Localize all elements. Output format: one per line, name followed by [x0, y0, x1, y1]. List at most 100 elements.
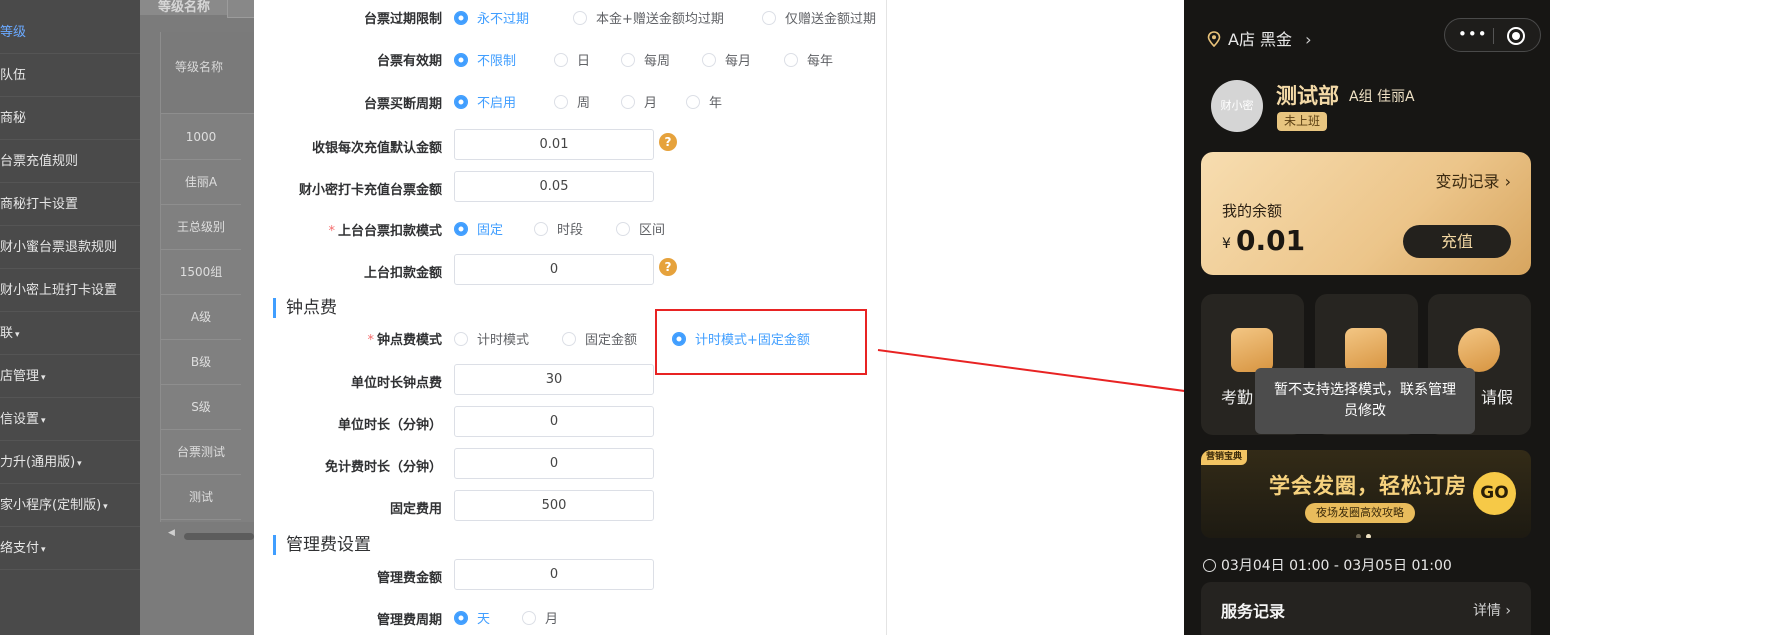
sidebar-item[interactable]: 商秘 [0, 97, 140, 140]
radio-range[interactable]: 区间 [616, 219, 665, 238]
fixed-fee-label: 固定费用 [389, 502, 442, 517]
scroll-thumb[interactable] [184, 533, 254, 540]
sidebar-item-label: 商秘 [0, 111, 27, 126]
radio-year[interactable]: 年 [686, 92, 722, 111]
sidebar-item-label: 联 [0, 326, 14, 341]
sidebar-item[interactable]: 队伍 [0, 54, 140, 97]
radio-dot [454, 11, 468, 25]
carousel-dot[interactable] [1356, 534, 1361, 538]
deduct-amount-input[interactable]: 0 [454, 254, 654, 285]
user-clock-icon [1458, 328, 1500, 372]
sidebar-item[interactable]: 联 ▾ [0, 312, 140, 355]
sidebar-item[interactable]: 络支付 ▾ [0, 527, 140, 570]
radio-monthly[interactable]: 每月 [702, 50, 751, 69]
recharge-button[interactable]: 充值 [1403, 225, 1511, 258]
store-selector[interactable]: A店 黑金 › [1206, 26, 1312, 50]
banner-tag: 营销宝典 [1201, 450, 1248, 465]
table-filter-bar: 等级名称 [140, 0, 257, 18]
user-group: A组 佳丽A [1349, 89, 1415, 105]
radio-time-slot[interactable]: 时段 [534, 219, 583, 238]
table-row: 1500组 [161, 249, 241, 295]
radio-fixed-amount[interactable]: 固定金额 [562, 329, 637, 348]
free-minutes-input[interactable]: 0 [454, 448, 654, 479]
sidebar-item-label: 队伍 [0, 68, 27, 83]
mgmt-amount-input[interactable]: 0 [454, 559, 654, 590]
service-record-card[interactable]: 服务记录 详情 › [1201, 582, 1531, 635]
radio-mgmt-month[interactable]: 月 [522, 608, 558, 627]
calendar-icon [1345, 328, 1387, 372]
radio-dot [554, 95, 568, 109]
sidebar-item[interactable]: 财小密上班打卡设置 [0, 269, 140, 312]
radio-timed-mode[interactable]: 计时模式 [454, 329, 529, 348]
banner-go-button[interactable]: GO [1473, 472, 1516, 515]
promo-banner[interactable]: 营销宝典 学会发圈，轻松订房 夜场发圈高效攻略 GO [1201, 450, 1531, 538]
service-record-title: 服务记录 [1221, 602, 1286, 621]
filter-input[interactable] [227, 0, 257, 18]
radio-mgmt-day[interactable]: 天 [454, 608, 490, 627]
buy-cycle-label: 台票买断周期 [363, 97, 442, 112]
help-icon[interactable]: ? [659, 258, 677, 276]
deduct-mode-label: * 上台台票扣款模式 [254, 220, 442, 239]
radio-fixed[interactable]: 固定 [454, 219, 503, 238]
sidebar-item[interactable]: 商秘打卡设置 [0, 183, 140, 226]
radio-unlimited[interactable]: 不限制 [454, 50, 516, 69]
fixed-fee-input[interactable]: 500 [454, 490, 654, 521]
close-target-icon[interactable] [1507, 27, 1525, 45]
carousel-dot-active[interactable] [1366, 534, 1371, 538]
validity-label: 台票有效期 [376, 54, 442, 69]
radio-dot [702, 53, 716, 67]
table-scrollbar[interactable]: ◀ [160, 528, 254, 544]
service-detail-link[interactable]: 详情 › [1473, 600, 1511, 620]
radio-label: 本金+赠送金额均过期 [596, 12, 724, 27]
more-icon[interactable]: ••• [1458, 25, 1488, 43]
radio-label: 固定 [477, 223, 504, 238]
radio-principal-and-gift-expire[interactable]: 本金+赠送金额均过期 [573, 8, 724, 27]
radio-day[interactable]: 日 [554, 50, 590, 69]
radio-dot [454, 53, 468, 67]
toast-message: 暂不支持选择模式，联系管理员修改 [1255, 368, 1475, 434]
balance-amount: 0.01 [1236, 224, 1306, 257]
sidebar-item[interactable]: 财小蜜台票退款规则 [0, 226, 140, 269]
sidebar-item[interactable]: 台票充值规则 [0, 140, 140, 183]
mgmt-amount-label: 管理费金额 [376, 571, 442, 586]
change-record-link[interactable]: 变动记录 › [1436, 168, 1512, 192]
radio-week[interactable]: 周 [554, 92, 590, 111]
radio-gift-only-expire[interactable]: 仅赠送金额过期 [762, 8, 876, 27]
caret-down-icon: ▾ [41, 373, 46, 383]
radio-never-expire[interactable]: 永不过期 [454, 8, 529, 27]
radio-label: 日 [577, 54, 591, 69]
radio-yearly[interactable]: 每年 [784, 50, 833, 69]
sidebar-item[interactable]: 信设置 ▾ [0, 398, 140, 441]
default-amount-input[interactable]: 0.01 [454, 129, 654, 160]
radio-label: 区间 [639, 223, 666, 238]
sidebar-item[interactable]: 家小程序(定制版) ▾ [0, 484, 140, 527]
radio-disabled[interactable]: 不启用 [454, 92, 516, 111]
sidebar-item[interactable]: 店管理 ▾ [0, 355, 140, 398]
time-range-text: 03月04日 01:00 - 03月05日 01:00 [1221, 558, 1452, 574]
sidebar-item[interactable]: 力升(通用版) ▾ [0, 441, 140, 484]
table-row: 1000 [161, 114, 241, 160]
radio-dot [621, 53, 635, 67]
miniprogram-capsule[interactable]: ••• [1444, 18, 1541, 52]
sidebar-item[interactable]: 等级 [0, 11, 140, 54]
admin-sidebar: 等级 队伍 商秘 台票充值规则 商秘打卡设置 财小蜜台票退款规则 财小密上班打卡设置联 ▾ 店管… [0, 0, 140, 635]
radio-label: 不启用 [477, 96, 517, 111]
checkin-amount-input[interactable]: 0.05 [454, 171, 654, 202]
radio-label: 计时模式 [477, 333, 530, 348]
attendance-icon [1231, 328, 1273, 372]
scroll-left-icon[interactable]: ◀ [168, 528, 175, 538]
radio-month[interactable]: 月 [621, 92, 657, 111]
required-mark: * [367, 333, 374, 348]
unit-fee-input[interactable]: 30 [454, 364, 654, 395]
radio-weekly[interactable]: 每周 [621, 50, 670, 69]
help-icon[interactable]: ? [659, 133, 677, 151]
radio-label: 时段 [557, 223, 584, 238]
status-badge: 未上班 [1277, 112, 1328, 131]
checkin-amount-label: 财小密打卡充值台票金额 [298, 183, 442, 198]
unit-minutes-input[interactable]: 0 [454, 406, 654, 437]
table-row: 佳丽A [161, 159, 241, 205]
default-amount-label: 收银每次充值默认金额 [311, 141, 442, 156]
sidebar-item-label: 台票充值规则 [0, 154, 79, 169]
radio-dot [534, 222, 548, 236]
radio-dot [522, 611, 536, 625]
